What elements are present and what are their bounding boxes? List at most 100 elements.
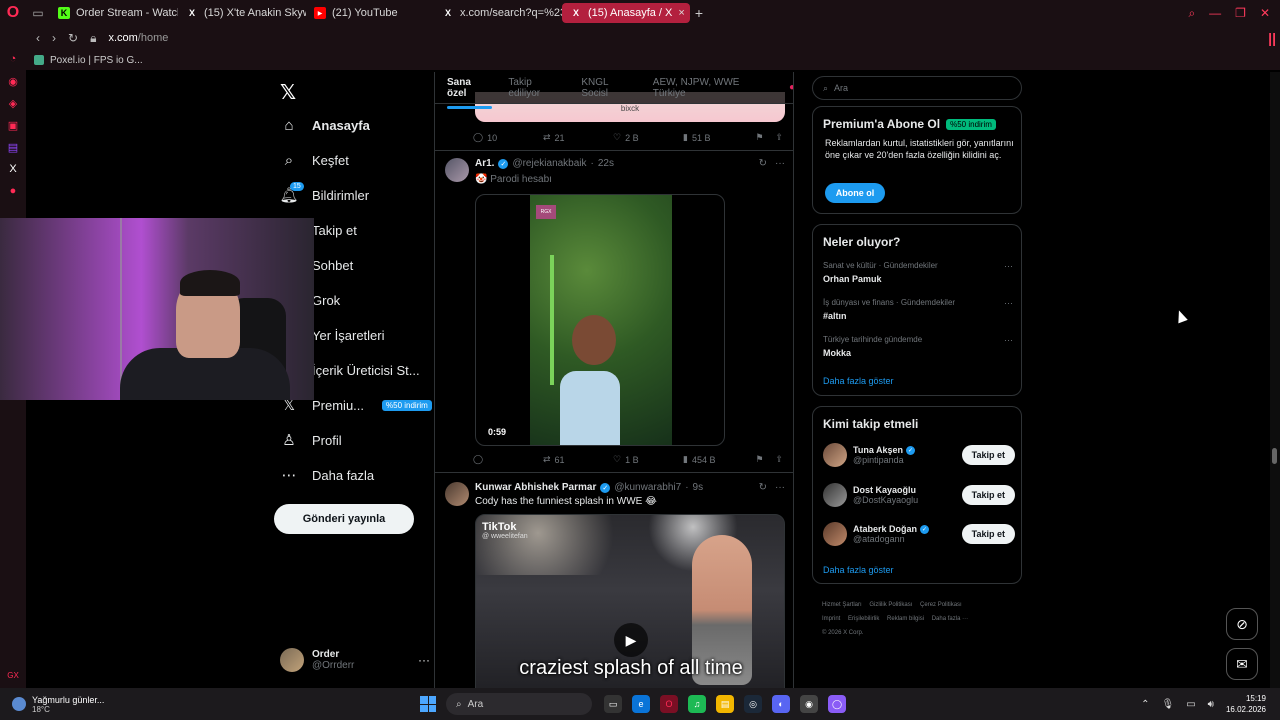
close-tab-icon[interactable]: × [678,7,684,19]
follow-suggestion[interactable]: Tuna Akşen ✓ @pintipanda Takip et [823,443,1015,467]
tab-menu-icon[interactable]: ▭ [26,6,50,20]
messenger-icon[interactable]: ◈ [0,92,26,114]
footer-link[interactable]: Daha fazla ··· [932,616,968,622]
trend-item[interactable]: İş dünyası ve finans · Gündemdekiler #al… [823,298,1013,321]
views-button[interactable]: ▮ 454 B [683,454,753,465]
follow-suggestion[interactable]: Dost Kayaoğlu @DostKayaoglu Takip et [823,483,1015,507]
tab-community[interactable]: KNGL Socisl [581,77,636,99]
trend-item[interactable]: Türkiye tarihinde gündemde Mokka ··· [823,335,1013,358]
app-icon[interactable]: ◯ [828,695,846,713]
browser-tab[interactable]: K Order Stream - Watch Live [50,3,178,23]
footer-link[interactable]: Imprint [822,616,840,622]
tab-for-you[interactable]: Sana özel [447,77,493,109]
trend-item[interactable]: Sanat ve kültür · Gündemdekiler Orhan Pa… [823,261,1013,284]
taskbar-search[interactable]: ⌕ Ara [446,693,592,715]
maximize-icon[interactable]: ❐ [1235,6,1246,21]
browser-tab[interactable]: ▶ (21) YouTube [306,3,434,23]
youtube-sidebar-icon[interactable]: ● [0,180,26,202]
opera-gx-icon[interactable]: O [660,695,678,713]
grok-float-button[interactable]: ⊘ [1226,608,1258,640]
more-options-icon[interactable]: ··· [1004,335,1013,345]
page-scrollbar[interactable] [1270,72,1280,688]
author-name[interactable]: Ar1. [475,158,494,169]
nav-notifications[interactable]: 🔔︎ 15 Bildirimler [279,182,369,204]
x-sidebar-icon[interactable]: X [0,158,26,180]
footer-link[interactable]: Erişilebilirlik [848,616,879,622]
share-icon[interactable]: ⇪ [775,132,783,143]
search-tabs-icon[interactable]: ⌕ [1188,6,1195,21]
discord-icon[interactable]: ◐ [772,695,790,713]
steam-icon[interactable]: ◎ [744,695,762,713]
avatar[interactable] [445,158,469,182]
follow-suggestion[interactable]: Ataberk Doğan ✓ @atadogann Takip et [823,522,1015,546]
post-video[interactable]: RGX 0:59 [475,194,725,446]
share-icon[interactable]: ⇪ [775,454,783,465]
footer-link[interactable]: Gizlilik Politikası [869,602,912,608]
new-tab-button[interactable]: + [690,5,708,21]
browser-tab-active[interactable]: X (15) Anasayfa / X × [562,3,690,23]
more-options-icon[interactable]: ··· [418,653,430,667]
edge-icon[interactable]: e [632,695,650,713]
follow-button[interactable]: Takip et [961,485,1015,505]
grok-icon[interactable]: ↻ [759,158,767,169]
obs-icon[interactable]: ◉ [800,695,818,713]
nav-more[interactable]: ⋯ Daha fazla [280,466,375,484]
show-more-link[interactable]: Daha fazla göster [823,565,894,575]
author-name[interactable]: Kunwar Abhishek Parmar [475,482,596,493]
follow-button[interactable]: Takip et [961,445,1015,465]
browser-tab[interactable]: X x.com/search?q=%23500 [434,3,562,23]
author-handle[interactable]: @kunwarabhi7 [614,482,681,493]
bookmark-item[interactable]: Poxel.io | FPS io G... [50,55,143,66]
close-window-icon[interactable]: ✕ [1260,6,1270,21]
clock[interactable]: 15:19 16.02.2026 [1226,693,1266,715]
chevron-up-icon[interactable]: ⌃ [1141,699,1149,710]
back-icon[interactable]: ‹ [36,31,40,45]
task-view-icon[interactable]: ▭ [604,695,622,713]
more-options-icon[interactable]: ··· [775,158,785,169]
footer-link[interactable]: Reklam bilgisi [887,616,924,622]
x-logo-icon[interactable]: 𝕏 [280,80,296,105]
browser-tab[interactable]: X (15) X'te Anakin Skywalker [178,3,306,23]
aria-icon[interactable]: ◉ [0,70,26,92]
tab-community[interactable]: AEW, NJPW, WWE Türkiye [653,77,773,99]
twitch-icon[interactable]: ▤ [0,136,26,158]
post-button[interactable]: Gönderi yayınla [274,504,414,534]
bookmark-icon[interactable]: ⚑ [755,132,763,143]
views-button[interactable]: ▮ 51 B [683,132,753,143]
easy-setup-icon[interactable]: || [1268,30,1276,46]
reply-button[interactable]: ◯ 10 [473,132,543,143]
post-time[interactable]: 9s [693,482,704,493]
reply-button[interactable]: ◯ [473,454,543,465]
tab-following[interactable]: Takip ediliyor [508,77,565,99]
repost-button[interactable]: ⇄ 21 [543,132,613,143]
messages-float-button[interactable]: ✉ [1226,648,1258,680]
spotify-icon[interactable]: ♫ [688,695,706,713]
microphone-icon[interactable]: 🎙︎ [1161,699,1174,710]
footer-link[interactable]: Çerez Politikası [920,602,962,608]
post-time[interactable]: 22s [598,158,614,169]
file-explorer-icon[interactable]: ▤ [716,695,734,713]
post-video[interactable]: TikTok @ wweelitefan ▶ craziest splash o… [475,514,785,688]
scrollbar-thumb[interactable] [1272,448,1277,464]
reload-icon[interactable]: ↻ [68,31,78,45]
minimize-icon[interactable]: — [1209,6,1221,21]
weather-widget[interactable]: Yağmurlu günler... 18°C [0,695,420,714]
account-switcher[interactable]: Order @Orrderr ··· [280,648,430,672]
repost-button[interactable]: ⇄ 61 [543,454,613,465]
forward-icon[interactable]: › [52,31,56,45]
nav-explore[interactable]: ⌕ Keşfet [280,151,349,169]
follow-button[interactable]: Takip et [961,524,1015,544]
more-options-icon[interactable]: ··· [1004,298,1013,308]
more-options-icon[interactable]: ··· [775,482,785,493]
start-button[interactable] [420,696,436,712]
search-input[interactable]: ⌕ Ara [812,76,1022,100]
play-icon[interactable]: ▶ [614,623,648,657]
more-options-icon[interactable]: ··· [1004,261,1013,271]
footer-link[interactable]: Hizmet Şartları [822,602,862,608]
bookmark-icon[interactable]: ⚑ [755,454,763,465]
show-more-link[interactable]: Daha fazla göster [823,376,894,386]
opera-logo-icon[interactable]: O [0,0,26,26]
like-button[interactable]: ♡ 1 B [613,454,683,465]
grok-icon[interactable]: ↻ [759,482,767,493]
url-field[interactable]: x.com/home [108,32,168,44]
